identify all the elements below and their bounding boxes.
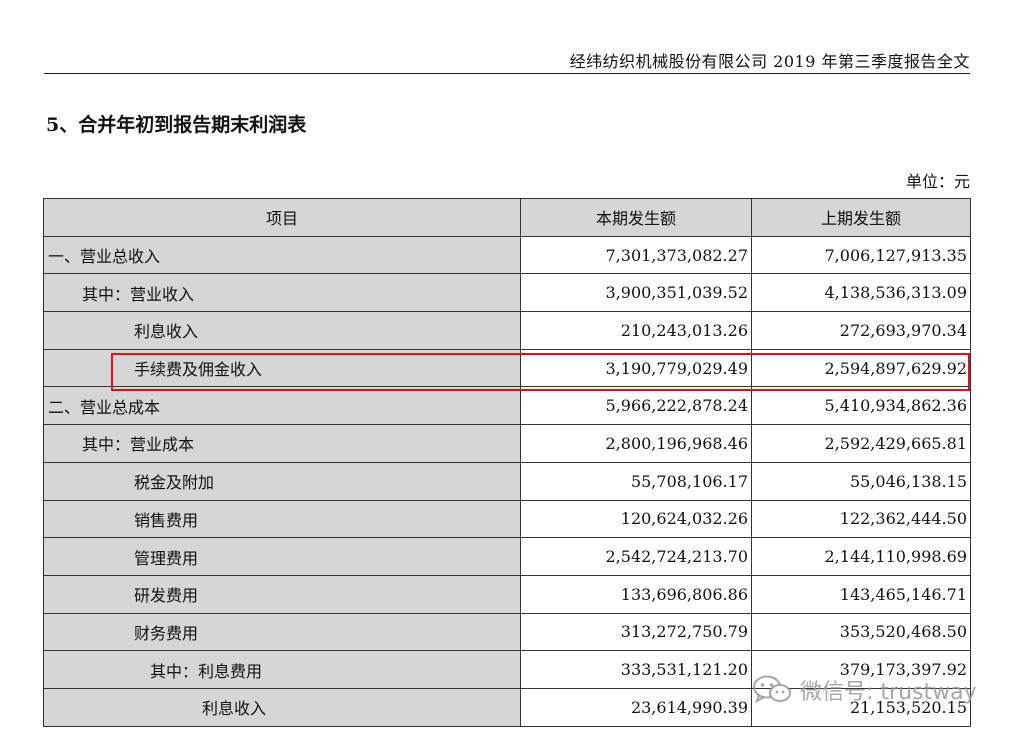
column-header-current: 本期发生额 bbox=[520, 198, 752, 237]
previous-value: 7,006,127,913.35 bbox=[751, 235, 971, 275]
current-value: 133,696,806.86 bbox=[520, 574, 752, 614]
table-row: 其中：营业收入 3,900,351,039.52 4,138,536,313.0… bbox=[43, 273, 971, 313]
previous-value: 353,520,468.50 bbox=[751, 612, 971, 652]
row-label: 销售费用 bbox=[43, 499, 521, 539]
table-row: 一、营业总收入 7,301,373,082.27 7,006,127,913.3… bbox=[43, 235, 971, 275]
previous-value: 2,592,429,665.81 bbox=[751, 424, 971, 463]
wechat-icon bbox=[752, 674, 792, 706]
table-row: 二、营业总成本 5,966,222,878.24 5,410,934,862.3… bbox=[43, 386, 971, 426]
column-header-item: 项目 bbox=[43, 198, 521, 237]
current-value: 5,966,222,878.24 bbox=[520, 386, 752, 426]
watermark-text: 微信号: trustway bbox=[800, 680, 977, 705]
section-title: 5、合并年初到报告期末利润表 bbox=[46, 114, 307, 136]
previous-value: 272,693,970.34 bbox=[751, 311, 971, 350]
row-label: 税金及附加 bbox=[43, 461, 521, 501]
previous-value: 4,138,536,313.09 bbox=[751, 273, 971, 313]
header-divider bbox=[44, 73, 970, 74]
table-row: 研发费用 133,696,806.86 143,465,146.71 bbox=[43, 574, 971, 614]
row-label: 利息收入 bbox=[43, 687, 521, 727]
previous-value: 55,046,138.15 bbox=[751, 461, 971, 501]
table-row: 利息收入 210,243,013.26 272,693,970.34 bbox=[43, 311, 971, 350]
table-row: 税金及附加 55,708,106.17 55,046,138.15 bbox=[43, 461, 971, 501]
row-label: 其中：营业收入 bbox=[43, 273, 521, 313]
current-value: 2,542,724,213.70 bbox=[520, 537, 752, 576]
wechat-watermark: 微信号: trustway bbox=[752, 670, 977, 710]
current-value: 3,900,351,039.52 bbox=[520, 273, 752, 313]
income-statement-table: 项目 本期发生额 上期发生额 一、营业总收入 7,301,373,082.27 … bbox=[43, 198, 971, 727]
row-label: 利息收入 bbox=[43, 311, 521, 350]
previous-value: 2,594,897,629.92 bbox=[751, 348, 971, 388]
current-value: 333,531,121.20 bbox=[520, 650, 752, 689]
unit-label: 单位：元 bbox=[905, 172, 970, 191]
row-label: 研发费用 bbox=[43, 574, 521, 614]
previous-value: 143,465,146.71 bbox=[751, 574, 971, 614]
previous-value: 122,362,444.50 bbox=[751, 499, 971, 539]
row-label: 一、营业总收入 bbox=[43, 235, 521, 275]
column-header-previous: 上期发生额 bbox=[751, 198, 971, 237]
row-label: 二、营业总成本 bbox=[43, 386, 521, 426]
previous-value: 5,410,934,862.36 bbox=[751, 386, 971, 426]
table-row: 销售费用 120,624,032.26 122,362,444.50 bbox=[43, 499, 971, 539]
current-value: 210,243,013.26 bbox=[520, 311, 752, 350]
current-value: 3,190,779,029.49 bbox=[520, 348, 752, 388]
current-value: 23,614,990.39 bbox=[520, 687, 752, 727]
report-header: 经纬纺织机械股份有限公司 2019 年第三季度报告全文 bbox=[569, 52, 970, 71]
table-row: 财务费用 313,272,750.79 353,520,468.50 bbox=[43, 612, 971, 652]
current-value: 55,708,106.17 bbox=[520, 461, 752, 501]
table-row: 管理费用 2,542,724,213.70 2,144,110,998.69 bbox=[43, 537, 971, 576]
current-value: 7,301,373,082.27 bbox=[520, 235, 752, 275]
row-label: 其中：利息费用 bbox=[43, 650, 521, 689]
row-label: 手续费及佣金收入 bbox=[43, 348, 521, 388]
row-label: 管理费用 bbox=[43, 537, 521, 576]
current-value: 120,624,032.26 bbox=[520, 499, 752, 539]
row-label: 财务费用 bbox=[43, 612, 521, 652]
current-value: 313,272,750.79 bbox=[520, 612, 752, 652]
table-row-highlighted: 手续费及佣金收入 3,190,779,029.49 2,594,897,629.… bbox=[43, 348, 971, 388]
previous-value: 2,144,110,998.69 bbox=[751, 537, 971, 576]
table-header-row: 项目 本期发生额 上期发生额 bbox=[43, 198, 971, 237]
table-row: 其中：营业成本 2,800,196,968.46 2,592,429,665.8… bbox=[43, 424, 971, 463]
row-label: 其中：营业成本 bbox=[43, 424, 521, 463]
current-value: 2,800,196,968.46 bbox=[520, 424, 752, 463]
